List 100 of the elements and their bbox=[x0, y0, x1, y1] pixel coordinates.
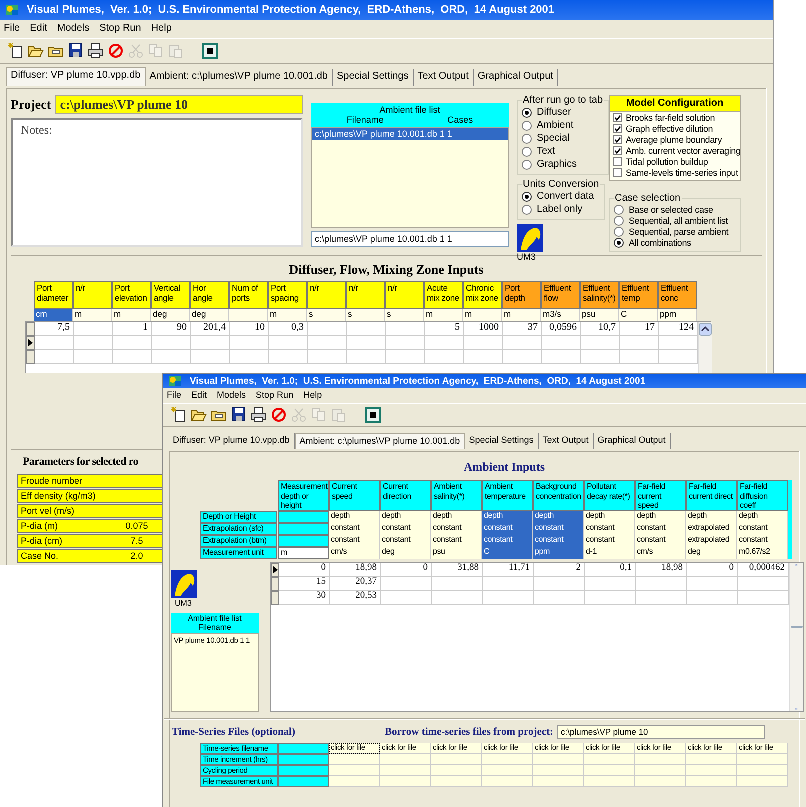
table-cell[interactable]: constant bbox=[533, 523, 584, 535]
table-cell[interactable]: extrapolated bbox=[686, 523, 737, 535]
table-cell[interactable]: constant bbox=[329, 523, 380, 535]
unit-cell[interactable]: C bbox=[619, 309, 658, 321]
table-cell[interactable] bbox=[737, 776, 788, 787]
checkbox[interactable] bbox=[613, 168, 622, 177]
unit-cell[interactable]: ppm bbox=[658, 309, 697, 321]
table-cell[interactable] bbox=[425, 336, 464, 350]
table-cell[interactable] bbox=[329, 765, 380, 776]
table-cell[interactable]: deg bbox=[380, 547, 431, 559]
table-cell[interactable] bbox=[687, 591, 738, 605]
radio-button[interactable] bbox=[522, 160, 532, 170]
unit-cell[interactable]: s bbox=[346, 309, 385, 321]
radio-button[interactable] bbox=[522, 192, 532, 202]
file-list[interactable]: c:\plumes\VP plume 10.001.db 1 1 bbox=[311, 127, 509, 228]
table-cell[interactable] bbox=[533, 754, 584, 765]
table-cell[interactable]: 18,98 bbox=[330, 563, 381, 577]
table-cell[interactable] bbox=[35, 350, 74, 364]
table-cell[interactable]: m0.67/s2 bbox=[737, 547, 788, 559]
table-cell[interactable]: 17 bbox=[620, 322, 659, 336]
menu-item[interactable]: Models bbox=[217, 390, 246, 401]
table-cell[interactable] bbox=[737, 754, 788, 765]
table-cell[interactable] bbox=[482, 765, 533, 776]
table-cell[interactable] bbox=[686, 754, 737, 765]
scrollbar[interactable] bbox=[698, 322, 712, 373]
row-selector[interactable] bbox=[26, 336, 35, 350]
unit-cell[interactable]: m bbox=[502, 309, 541, 321]
unit-cell[interactable]: m bbox=[268, 309, 307, 321]
table-cell[interactable]: 2 bbox=[534, 563, 585, 577]
new-file-icon[interactable] bbox=[8, 43, 24, 59]
tab[interactable]: Graphical Output bbox=[474, 69, 558, 86]
table-cell[interactable] bbox=[542, 336, 581, 350]
table-cell[interactable]: 5 bbox=[425, 322, 464, 336]
table-cell[interactable]: constant bbox=[635, 523, 686, 535]
tab[interactable]: Special Settings bbox=[465, 433, 539, 449]
square-button-icon[interactable] bbox=[365, 407, 381, 423]
file-field[interactable]: c:\plumes\VP plume 10.001.db 1 1 bbox=[311, 231, 509, 247]
table-cell[interactable] bbox=[386, 350, 425, 364]
unit-cell[interactable]: psu bbox=[580, 309, 619, 321]
table-cell[interactable]: 10 bbox=[230, 322, 269, 336]
table-cell[interactable]: depth bbox=[431, 511, 482, 523]
table-cell[interactable] bbox=[308, 336, 347, 350]
table-cell[interactable]: 20,37 bbox=[330, 577, 381, 591]
table-cell[interactable] bbox=[347, 336, 386, 350]
table-cell[interactable]: constant bbox=[584, 535, 635, 547]
table-cell[interactable]: 31,88 bbox=[432, 563, 483, 577]
table-cell[interactable]: 0 bbox=[687, 563, 738, 577]
unit-cell[interactable]: m bbox=[112, 309, 151, 321]
table-cell[interactable] bbox=[584, 754, 635, 765]
table-cell[interactable]: 37 bbox=[503, 322, 542, 336]
menu-item[interactable]: File bbox=[167, 390, 182, 401]
menu-item[interactable]: File bbox=[4, 23, 20, 35]
table-cell[interactable]: depth bbox=[686, 511, 737, 523]
unit-cell[interactable]: m bbox=[463, 309, 502, 321]
table-cell[interactable] bbox=[635, 765, 686, 776]
tab[interactable]: Diffuser: VP plume 10.vpp.db bbox=[6, 67, 146, 86]
table-cell[interactable]: constant bbox=[482, 535, 533, 547]
table-cell[interactable] bbox=[464, 350, 503, 364]
table-cell[interactable]: depth bbox=[584, 511, 635, 523]
menu-item[interactable]: Help bbox=[151, 23, 172, 35]
unit-cell[interactable]: deg bbox=[151, 309, 190, 321]
unit-cell[interactable]: m3/s bbox=[541, 309, 580, 321]
table-cell[interactable]: psu bbox=[431, 547, 482, 559]
table-cell[interactable]: 0,0596 bbox=[542, 322, 581, 336]
table-cell[interactable]: ppm bbox=[533, 547, 584, 559]
unit-cell[interactable]: m bbox=[73, 309, 112, 321]
tab[interactable]: Text Output bbox=[538, 433, 594, 449]
table-cell[interactable]: extrapolated bbox=[686, 535, 737, 547]
table-cell[interactable] bbox=[329, 754, 380, 765]
table-cell[interactable]: 0,1 bbox=[585, 563, 636, 577]
table-cell[interactable]: constant bbox=[380, 535, 431, 547]
menu-item[interactable]: Help bbox=[304, 390, 322, 401]
table-cell[interactable] bbox=[152, 336, 191, 350]
table-cell[interactable]: 0,3 bbox=[269, 322, 308, 336]
radio-button[interactable] bbox=[522, 120, 532, 130]
table-cell[interactable]: 0 bbox=[381, 563, 432, 577]
scroll-up-icon[interactable] bbox=[699, 323, 712, 336]
table-cell[interactable] bbox=[636, 591, 687, 605]
table-cell[interactable] bbox=[686, 765, 737, 776]
menu-item[interactable]: Edit bbox=[30, 23, 48, 35]
table-cell[interactable] bbox=[585, 577, 636, 591]
menu-item[interactable]: Edit bbox=[192, 390, 208, 401]
table-cell[interactable]: C bbox=[482, 547, 533, 559]
table-cell[interactable]: depth bbox=[329, 511, 380, 523]
table-cell[interactable] bbox=[483, 591, 534, 605]
list-item[interactable]: c:\plumes\VP plume 10.001.db 1 1 bbox=[312, 128, 508, 140]
table-cell[interactable]: m bbox=[278, 547, 329, 559]
table-cell[interactable] bbox=[432, 577, 483, 591]
table-cell[interactable]: 30 bbox=[279, 591, 330, 605]
tab[interactable]: Graphical Output bbox=[594, 433, 671, 449]
table-cell[interactable]: constant bbox=[635, 535, 686, 547]
tab[interactable]: Ambient: c:\plumes\VP plume 10.001.db bbox=[294, 433, 466, 449]
table-cell[interactable] bbox=[329, 776, 380, 787]
table-cell[interactable] bbox=[278, 535, 329, 547]
table-cell[interactable] bbox=[269, 336, 308, 350]
radio-button[interactable] bbox=[614, 204, 624, 214]
table-cell[interactable] bbox=[431, 776, 482, 787]
table-cell[interactable] bbox=[482, 776, 533, 787]
radio-button[interactable] bbox=[614, 216, 624, 226]
table-cell[interactable] bbox=[687, 577, 738, 591]
